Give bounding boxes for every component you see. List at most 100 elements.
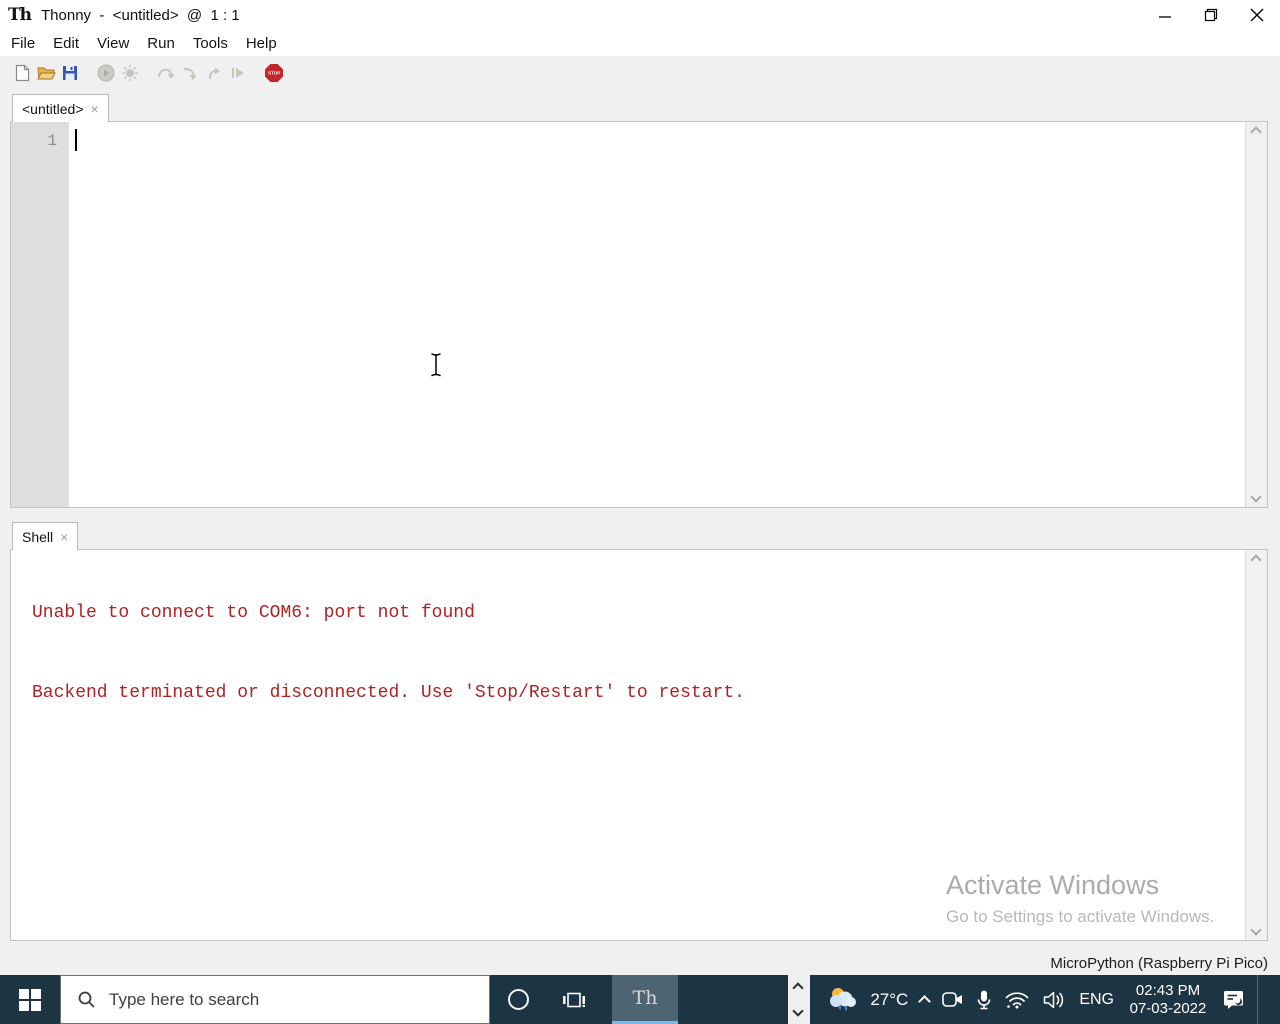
scroll-up-icon[interactable] bbox=[792, 982, 804, 994]
speaker-icon bbox=[1044, 991, 1064, 1008]
run-script-button[interactable] bbox=[94, 61, 118, 85]
save-floppy-icon bbox=[63, 66, 77, 80]
microphone-icon bbox=[978, 990, 991, 1009]
task-view-button[interactable] bbox=[546, 975, 602, 1024]
new-file-button[interactable] bbox=[10, 61, 34, 85]
resume-icon-disabled bbox=[232, 68, 244, 78]
clock-button[interactable]: 02:43 PM 07-03-2022 bbox=[1126, 982, 1210, 1018]
microphone-button[interactable] bbox=[976, 989, 992, 1011]
scroll-up-icon[interactable] bbox=[1250, 554, 1262, 566]
wifi-icon bbox=[1005, 992, 1029, 1009]
weather-temperature[interactable]: 27°C bbox=[870, 990, 908, 1010]
title-bar: Th Thonny - <untitled> @ 1 : 1 bbox=[0, 0, 1280, 30]
editor-scrollbar[interactable] bbox=[1245, 122, 1267, 507]
clock-time: 02:43 PM bbox=[1135, 981, 1201, 999]
meet-now-camera-icon bbox=[942, 992, 963, 1007]
debug-bug-icon-disabled bbox=[122, 65, 138, 81]
thonny-taskbar-icon: Th bbox=[632, 987, 658, 1009]
minimize-icon bbox=[1159, 16, 1171, 18]
open-folder-icon bbox=[36, 67, 56, 80]
scroll-down-icon[interactable] bbox=[792, 1005, 804, 1017]
thonny-taskbar-button[interactable]: Th bbox=[612, 975, 678, 1024]
stop-sign-icon: STOP bbox=[265, 64, 283, 82]
cortana-icon bbox=[507, 989, 529, 1010]
wifi-button[interactable] bbox=[1004, 990, 1030, 1009]
stop-restart-button[interactable]: STOP bbox=[262, 61, 286, 85]
status-bar: MicroPython (Raspberry Pi Pico) bbox=[0, 941, 1280, 975]
window-title: Thonny - <untitled> @ 1 : 1 bbox=[41, 6, 240, 24]
menu-file[interactable]: File bbox=[2, 35, 44, 52]
shell-error-line: Unable to connect to COM6: port not foun… bbox=[32, 603, 475, 623]
restore-icon bbox=[1204, 8, 1218, 22]
step-into-icon-disabled bbox=[183, 68, 197, 80]
language-indicator[interactable]: ENG bbox=[1079, 991, 1114, 1009]
debug-script-button[interactable] bbox=[118, 61, 142, 85]
activate-windows-watermark: Activate Windows Go to Settings to activ… bbox=[946, 870, 1214, 927]
step-out-icon-disabled bbox=[209, 67, 220, 80]
show-desktop-divider bbox=[1257, 975, 1258, 1024]
watermark-title: Activate Windows bbox=[946, 870, 1160, 900]
shell-error-line: Backend terminated or disconnected. Use … bbox=[32, 683, 745, 703]
windows-logo-icon bbox=[19, 988, 41, 1011]
line-number: 1 bbox=[47, 132, 57, 150]
shell-pane[interactable]: Unable to connect to COM6: port not foun… bbox=[10, 549, 1268, 941]
step-out-button[interactable] bbox=[202, 61, 226, 85]
menu-bar: File Edit View Run Tools Help bbox=[0, 30, 1280, 56]
scroll-down-icon[interactable] bbox=[1250, 924, 1262, 936]
menu-help[interactable]: Help bbox=[237, 35, 286, 52]
search-input[interactable] bbox=[109, 989, 489, 1010]
menu-view[interactable]: View bbox=[88, 35, 138, 52]
action-center-icon bbox=[1224, 991, 1243, 1009]
window-controls bbox=[1142, 0, 1280, 30]
tray-expand-button[interactable] bbox=[918, 993, 932, 1008]
shell-tab-label: Shell bbox=[22, 528, 54, 545]
system-tray: 27°C ENG 02:43 PM 07-03-2022 bbox=[826, 975, 1280, 1024]
shell-output: Unable to connect to COM6: port not foun… bbox=[32, 563, 745, 763]
weather-button[interactable] bbox=[826, 986, 858, 1013]
task-view-icon bbox=[563, 992, 585, 1007]
taskbar-scroll-strip[interactable] bbox=[788, 975, 810, 1024]
meet-now-button[interactable] bbox=[941, 990, 964, 1009]
mouse-ibeam-cursor bbox=[430, 352, 442, 378]
editor-tab-close-icon[interactable]: × bbox=[91, 102, 99, 116]
save-file-button[interactable] bbox=[58, 61, 82, 85]
open-file-button[interactable] bbox=[34, 61, 58, 85]
watermark-subtitle: Go to Settings to activate Windows. bbox=[946, 907, 1215, 926]
shell-tab-close-icon[interactable]: × bbox=[60, 530, 68, 544]
step-over-icon-disabled bbox=[158, 68, 175, 79]
weather-rain-sun-icon bbox=[830, 988, 857, 1011]
shell-tab[interactable]: Shell × bbox=[12, 522, 79, 550]
editor-tab-untitled[interactable]: <untitled> × bbox=[12, 94, 109, 122]
editor-pane: 1 bbox=[10, 121, 1268, 508]
start-button[interactable] bbox=[0, 975, 60, 1024]
menu-tools[interactable]: Tools bbox=[184, 35, 237, 52]
resume-button[interactable] bbox=[226, 61, 250, 85]
scroll-down-icon[interactable] bbox=[1250, 491, 1262, 503]
cortana-button[interactable] bbox=[490, 975, 546, 1024]
close-icon bbox=[1250, 8, 1264, 22]
close-button[interactable] bbox=[1234, 0, 1280, 30]
line-number-gutter: 1 bbox=[11, 122, 69, 507]
scroll-up-icon[interactable] bbox=[1250, 126, 1262, 138]
action-center-button[interactable] bbox=[1222, 989, 1245, 1010]
screen: Th Thonny - <untitled> @ 1 : 1 File Edit… bbox=[0, 0, 1280, 1024]
step-into-button[interactable] bbox=[178, 61, 202, 85]
interpreter-status[interactable]: MicroPython (Raspberry Pi Pico) bbox=[1050, 955, 1268, 972]
windows-taskbar: Th 27°C bbox=[0, 975, 1280, 1024]
minimize-button[interactable] bbox=[1142, 0, 1188, 30]
thonny-app-icon: Th bbox=[8, 5, 32, 25]
toolbar: STOP bbox=[0, 56, 1280, 90]
shell-scrollbar[interactable] bbox=[1245, 550, 1267, 940]
editor-tab-label: <untitled> bbox=[22, 100, 84, 117]
code-editor-area[interactable] bbox=[69, 122, 1245, 507]
run-icon-disabled bbox=[97, 64, 115, 82]
new-file-icon bbox=[15, 64, 29, 82]
volume-button[interactable] bbox=[1042, 991, 1067, 1009]
restore-button[interactable] bbox=[1188, 0, 1234, 30]
step-over-button[interactable] bbox=[154, 61, 178, 85]
taskbar-search[interactable] bbox=[60, 975, 490, 1024]
menu-run[interactable]: Run bbox=[138, 35, 184, 52]
chevron-up-icon bbox=[918, 995, 932, 1008]
clock-date: 07-03-2022 bbox=[1129, 999, 1207, 1017]
menu-edit[interactable]: Edit bbox=[44, 35, 88, 52]
